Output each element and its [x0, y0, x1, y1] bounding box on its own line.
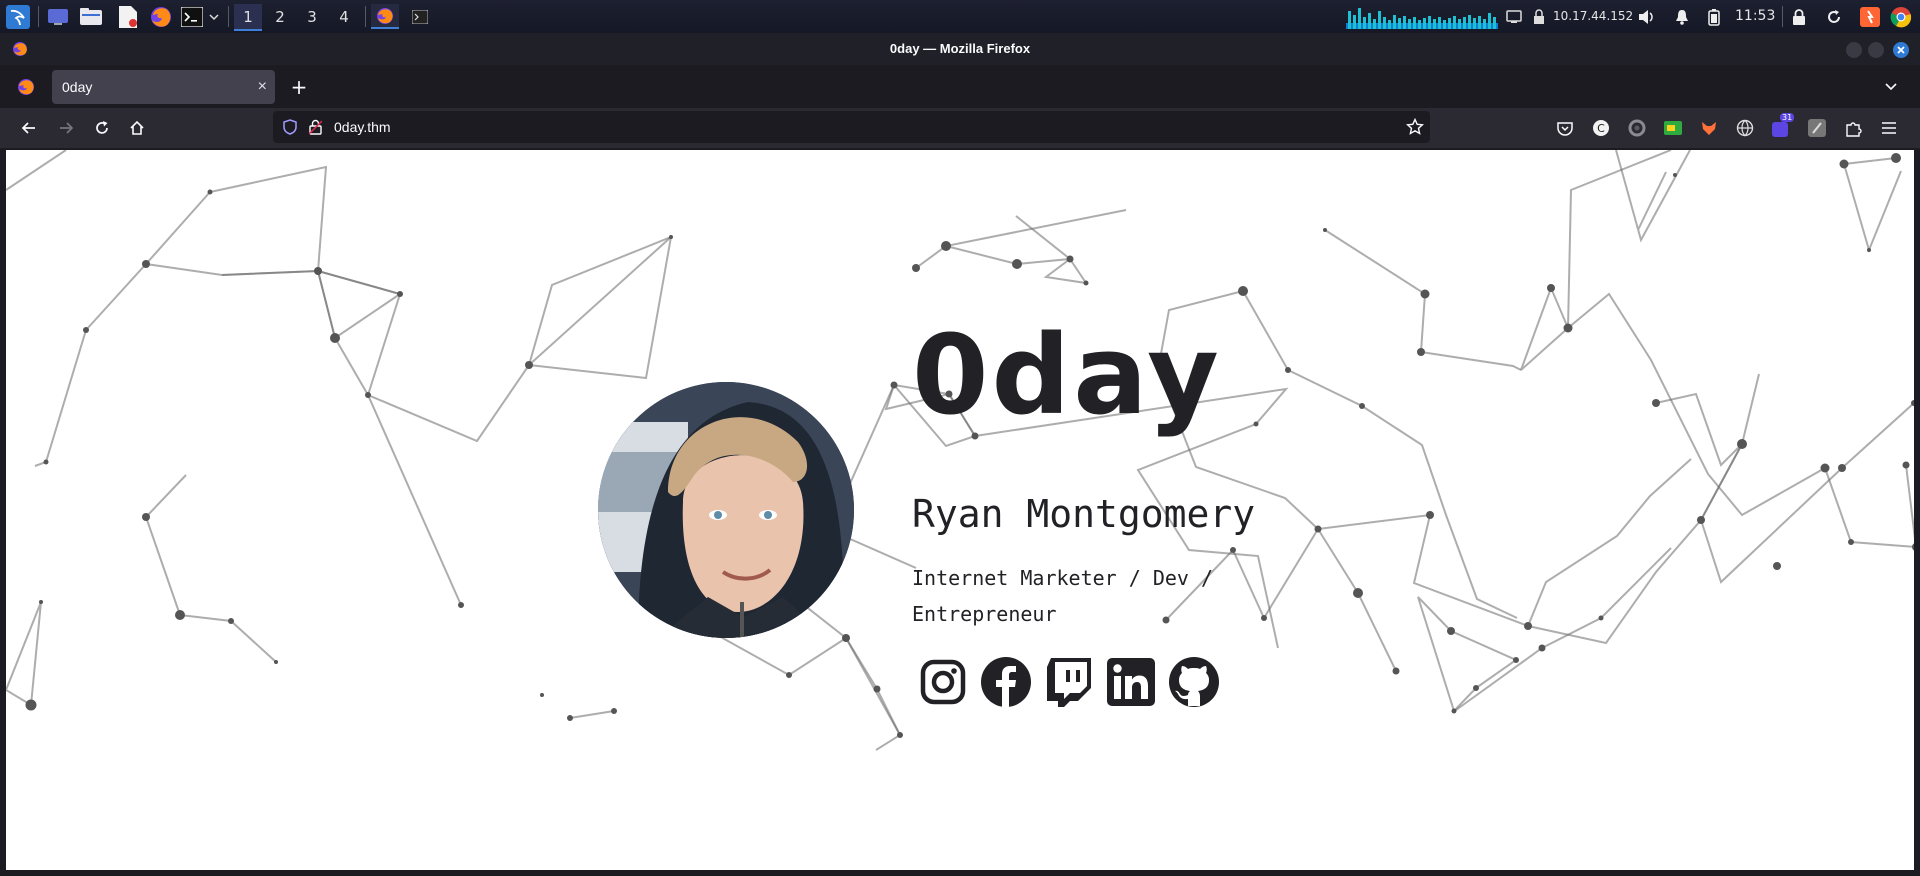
- window-title: 0day — Mozilla Firefox: [889, 41, 1031, 56]
- globe-extension-icon[interactable]: [1734, 117, 1756, 139]
- forward-arrow-icon: [60, 122, 74, 134]
- maximize-button[interactable]: [1868, 42, 1884, 58]
- desktop-icon[interactable]: [46, 4, 70, 29]
- lock-icon[interactable]: [1788, 4, 1810, 29]
- twitch-icon: [1047, 658, 1091, 707]
- terminal-icon[interactable]: [180, 4, 204, 29]
- foxyproxy-icon[interactable]: [1698, 117, 1720, 139]
- ip-address: 10.17.44.152: [1553, 9, 1634, 23]
- firefox-window-icon[interactable]: [371, 4, 399, 29]
- profile-photo: [598, 382, 854, 638]
- network-icon[interactable]: [1530, 4, 1548, 29]
- os-taskbar: 1 2 3 4 10.17.44.152 11:53: [0, 0, 1920, 33]
- reload-icon: [96, 121, 108, 134]
- instagram-link[interactable]: [916, 655, 970, 709]
- chrome-icon[interactable]: [1888, 4, 1914, 29]
- home-button[interactable]: [125, 116, 149, 140]
- monitor-icon[interactable]: [1504, 4, 1524, 29]
- url-text[interactable]: 0day.thm: [334, 111, 391, 143]
- network-graph-icon: [1346, 4, 1498, 29]
- extensions-puzzle-icon[interactable]: [1842, 117, 1864, 139]
- workspace-4[interactable]: 4: [330, 4, 358, 29]
- window-titlebar: 0day — Mozilla Firefox: [0, 33, 1920, 65]
- terminal-window-icon[interactable]: [408, 4, 432, 29]
- text-editor-icon[interactable]: [116, 4, 140, 29]
- tagline: Internet Marketer / Dev / Entrepreneur: [912, 566, 1214, 626]
- kali-menu-icon[interactable]: [4, 4, 32, 29]
- close-icon: [1897, 46, 1905, 54]
- home-icon: [130, 120, 144, 135]
- list-all-tabs-icon[interactable]: [1884, 79, 1898, 98]
- privacy-extension-icon[interactable]: [1626, 117, 1648, 139]
- web-page: 0day Ryan Montgomery Internet Marketer /…: [6, 150, 1914, 870]
- forward-button[interactable]: [54, 116, 78, 140]
- battery-icon: [1704, 4, 1724, 29]
- new-tab-button[interactable]: +: [285, 70, 313, 104]
- volume-icon[interactable]: [1636, 4, 1658, 29]
- linkedin-link[interactable]: [1104, 655, 1158, 709]
- facebook-icon: [981, 657, 1031, 707]
- reload-button[interactable]: [90, 116, 114, 140]
- workspace-2[interactable]: 2: [266, 4, 294, 29]
- wappalyzer-icon[interactable]: [1806, 117, 1828, 139]
- person-name: Ryan Montgomery: [912, 492, 1256, 536]
- facebook-link[interactable]: [979, 655, 1033, 709]
- pocket-icon[interactable]: [1554, 117, 1576, 139]
- linkedin-icon: [1107, 658, 1155, 706]
- twitch-link[interactable]: [1042, 655, 1096, 709]
- workspace-3[interactable]: 3: [298, 4, 326, 29]
- back-button[interactable]: [17, 116, 41, 140]
- close-tab-button[interactable]: ×: [258, 70, 267, 104]
- burp-icon[interactable]: [1858, 4, 1882, 29]
- refresh-icon[interactable]: [1823, 4, 1845, 29]
- github-link[interactable]: [1167, 655, 1221, 709]
- minimize-button[interactable]: [1846, 42, 1862, 58]
- tracking-protection-shield-icon[interactable]: [283, 119, 297, 139]
- green-extension-icon[interactable]: [1662, 117, 1684, 139]
- url-bar[interactable]: 0day.thm: [273, 111, 1430, 143]
- tab-strip: 0day × +: [0, 65, 1920, 108]
- tab-0day[interactable]: 0day ×: [52, 70, 275, 104]
- firefox-icon[interactable]: [149, 4, 173, 29]
- hamburger-menu-icon[interactable]: [1878, 117, 1900, 139]
- back-arrow-icon: [21, 122, 35, 134]
- instagram-icon: [920, 659, 966, 705]
- svg-text:C: C: [1597, 122, 1605, 135]
- insecure-lock-icon[interactable]: [308, 119, 323, 139]
- window-bottom-border: [0, 870, 1920, 876]
- chevron-down-icon[interactable]: [207, 4, 221, 29]
- close-window-button[interactable]: [1893, 42, 1909, 58]
- file-manager-icon[interactable]: [79, 4, 103, 29]
- tab-label: 0day: [62, 79, 93, 95]
- cookie-editor-icon[interactable]: C: [1590, 117, 1612, 139]
- workspace-1[interactable]: 1: [234, 4, 262, 31]
- bookmark-star-icon[interactable]: [1405, 117, 1425, 140]
- clock: 11:53: [1735, 8, 1776, 24]
- navigation-toolbar: 0day.thm C 31: [0, 108, 1920, 148]
- firefox-view-icon[interactable]: [17, 78, 35, 100]
- github-icon: [1169, 657, 1219, 707]
- site-title: 0day: [912, 311, 1222, 439]
- bell-icon[interactable]: [1672, 4, 1692, 29]
- badge-extension-icon[interactable]: 31: [1770, 113, 1795, 139]
- extension-badge-count: 31: [1780, 113, 1795, 122]
